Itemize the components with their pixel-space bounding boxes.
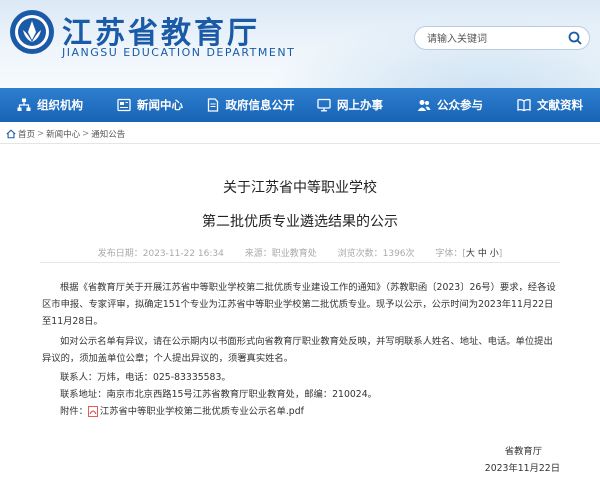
font-size-label: 字体：[ bbox=[435, 249, 466, 259]
search-icon[interactable] bbox=[567, 30, 583, 46]
article-title-line2: 第二批优质专业遴选结果的公示 bbox=[202, 214, 398, 230]
meta-divider bbox=[40, 262, 560, 263]
document-icon bbox=[207, 98, 218, 112]
breadcrumb-separator: > bbox=[82, 129, 90, 139]
breadcrumb: 首页 > 新闻中心 > 通知公告 bbox=[6, 128, 125, 140]
nav-item-org[interactable]: 组织机构 bbox=[0, 88, 100, 122]
nav-label: 公众参与 bbox=[437, 98, 483, 112]
font-size-large[interactable]: 大 bbox=[466, 249, 475, 259]
nav-item-gov-info[interactable]: 政府信息公开 bbox=[200, 88, 300, 122]
breadcrumb-news[interactable]: 新闻中心 bbox=[46, 128, 80, 140]
monitor-icon bbox=[317, 98, 331, 112]
site-subtitle: JIANGSU EDUCATION DEPARTMENT bbox=[62, 46, 296, 59]
font-size-small[interactable]: 小 bbox=[490, 249, 499, 259]
logo-icon[interactable] bbox=[8, 8, 56, 56]
attachment-label: 附件： bbox=[60, 406, 88, 417]
article-title-line1: 关于江苏省中等职业学校 bbox=[223, 180, 377, 196]
breadcrumb-divider bbox=[0, 143, 600, 144]
view-count: 浏览次数：1396次 bbox=[337, 249, 415, 259]
nav-label: 政府信息公开 bbox=[225, 98, 295, 112]
nav-item-literature[interactable]: 文献资料 bbox=[500, 88, 600, 122]
font-size-close: ] bbox=[498, 249, 503, 259]
breadcrumb-notices[interactable]: 通知公告 bbox=[91, 128, 125, 140]
search-box[interactable] bbox=[414, 26, 590, 50]
nav-label: 文献资料 bbox=[537, 98, 583, 112]
home-icon bbox=[6, 129, 16, 139]
signature-org: 省教育厅 bbox=[504, 446, 542, 457]
article-paragraph: 根据《省教育厅关于开展江苏省中等职业学校第二批优质专业建设工作的通知》（苏教职函… bbox=[42, 282, 556, 327]
address-line: 联系地址：南京市北京西路15号江苏省教育厅职业教育处，邮编：210024。 bbox=[60, 389, 377, 400]
breadcrumb-separator: > bbox=[37, 129, 45, 139]
org-chart-icon bbox=[17, 98, 31, 111]
nav-item-news[interactable]: 新闻中心 bbox=[100, 88, 200, 122]
publish-date: 发布日期：2023-11-22 16:34 bbox=[97, 249, 224, 259]
article-source: 来源：职业教育处 bbox=[244, 249, 317, 259]
signature-date: 2023年11月22日 bbox=[484, 463, 560, 474]
font-size-medium[interactable]: 中 bbox=[478, 249, 487, 259]
nav-label: 组织机构 bbox=[37, 98, 83, 112]
site-header: 江苏省教育厅 JIANGSU EDUCATION DEPARTMENT bbox=[0, 0, 600, 88]
nav-item-online-service[interactable]: 网上办事 bbox=[300, 88, 400, 122]
people-icon bbox=[417, 100, 431, 111]
nav-item-public-participation[interactable]: 公众参与 bbox=[400, 88, 500, 122]
search-input[interactable] bbox=[425, 30, 559, 48]
book-icon bbox=[517, 99, 531, 112]
attachment-link[interactable]: 江苏省中等职业学校第二批优质专业公示名单.pdf bbox=[100, 403, 304, 420]
pdf-icon bbox=[88, 406, 98, 417]
article-paragraph: 如对公示名单有异议，请在公示期内以书面形式向省教育厅职业教育处反映，并写明联系人… bbox=[42, 336, 553, 364]
contact-line: 联系人：万炜，电话：025-83335583。 bbox=[60, 372, 231, 383]
article-meta: 发布日期：2023-11-22 16:34 来源：职业教育处 浏览次数：1396… bbox=[0, 246, 600, 259]
news-icon bbox=[117, 98, 131, 112]
nav-label: 网上办事 bbox=[337, 98, 383, 112]
breadcrumb-home[interactable]: 首页 bbox=[18, 128, 35, 140]
attachment-line: 附件： 江苏省中等职业学校第二批优质专业公示名单.pdf bbox=[60, 403, 576, 420]
main-nav: 组织机构 新闻中心 政府信息公开 网上办事 公众参与 文献资料 bbox=[0, 88, 600, 122]
font-size-switcher: 字体：[大 中 小] bbox=[435, 249, 502, 259]
nav-label: 新闻中心 bbox=[137, 98, 183, 112]
